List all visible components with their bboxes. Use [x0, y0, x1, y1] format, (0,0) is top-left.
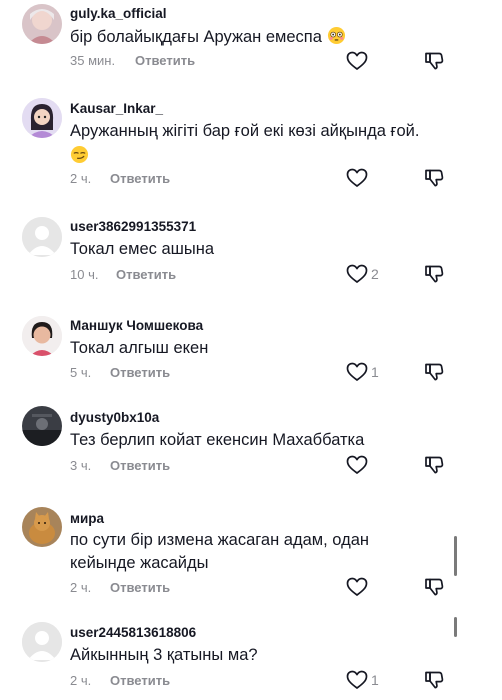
- like-count: 2: [371, 266, 379, 282]
- avatar[interactable]: [22, 217, 62, 257]
- comment-username[interactable]: user3862991355371: [70, 219, 196, 234]
- default-user-icon: [22, 217, 62, 257]
- like-count: 1: [371, 672, 379, 688]
- like-button[interactable]: [346, 362, 368, 382]
- user-photo-icon: [22, 4, 62, 44]
- like-button[interactable]: [346, 577, 368, 597]
- like-count: 1: [371, 364, 379, 380]
- heart-outline-icon: [346, 670, 368, 689]
- comment-username[interactable]: Kausar_Inkar_: [70, 101, 163, 116]
- comment-time: 2 ч.: [70, 673, 92, 688]
- like-button[interactable]: [346, 51, 368, 71]
- reply-button[interactable]: Ответить: [110, 580, 170, 595]
- dislike-button[interactable]: [424, 577, 444, 597]
- avatar[interactable]: [22, 622, 62, 662]
- comment-text: бір болайықдағы Аружан емеспа: [70, 26, 460, 49]
- thumbs-down-outline-icon: [425, 52, 444, 70]
- comment-time: 2 ч.: [70, 580, 92, 595]
- like-button[interactable]: [346, 168, 368, 188]
- reply-button[interactable]: Ответить: [110, 458, 170, 473]
- thumbs-down-outline-icon: [425, 456, 444, 474]
- comment-time: 2 ч.: [70, 171, 92, 186]
- scrollbar-secondary: [454, 617, 457, 637]
- comment-time: 35 мин.: [70, 53, 116, 68]
- user-photo-icon: [22, 406, 62, 446]
- flushed-face-icon: [327, 26, 345, 45]
- avatar[interactable]: [22, 98, 62, 138]
- thumbs-down-outline-icon: [425, 363, 444, 381]
- comment-username[interactable]: dyusty0bx10a: [70, 410, 159, 425]
- heart-outline-icon: [346, 455, 368, 474]
- like-button[interactable]: [346, 264, 368, 284]
- comment-text-content: Аружанның жігіті бар ғой екі көзі айқынд…: [70, 122, 420, 140]
- comment-time: 5 ч.: [70, 365, 92, 380]
- comment-text: Тез берлип койат екенсин Махаббатка: [70, 431, 365, 449]
- heart-outline-icon: [346, 168, 368, 187]
- avatar[interactable]: [22, 507, 62, 547]
- smirking-face-icon: [70, 145, 89, 164]
- thumbs-down-outline-icon: [425, 265, 444, 283]
- reply-button[interactable]: Ответить: [110, 171, 170, 186]
- heart-outline-icon: [346, 51, 368, 70]
- user-photo-icon: [22, 316, 62, 356]
- comment-time: 3 ч.: [70, 458, 92, 473]
- reply-button[interactable]: Ответить: [110, 673, 170, 688]
- cartoon-avatar-icon: [22, 98, 62, 138]
- comment-text: Токал емес ашына: [70, 240, 215, 258]
- reply-button[interactable]: Ответить: [135, 53, 195, 68]
- dislike-button[interactable]: [424, 670, 444, 690]
- comment-username[interactable]: user2445813618806: [70, 625, 196, 640]
- comment-username[interactable]: мира: [70, 511, 104, 526]
- thumbs-down-outline-icon: [425, 169, 444, 187]
- dislike-button[interactable]: [424, 455, 444, 475]
- comment-text: Токал алгыш екен: [70, 339, 209, 357]
- reply-button[interactable]: Ответить: [110, 365, 170, 380]
- dislike-button[interactable]: [424, 51, 444, 71]
- dislike-button[interactable]: [424, 264, 444, 284]
- thumbs-down-outline-icon: [425, 671, 444, 689]
- avatar[interactable]: [22, 406, 62, 446]
- thumbs-down-outline-icon: [425, 578, 444, 596]
- comment-text: по сути бір измена жасаган адам, одан ке…: [70, 531, 369, 572]
- comment-text: Айкынның 3 қатыны ма?: [70, 646, 258, 664]
- heart-outline-icon: [346, 577, 368, 596]
- comment-username[interactable]: Маншук Чомшекова: [70, 318, 203, 333]
- avatar[interactable]: [22, 316, 62, 356]
- avatar[interactable]: [22, 4, 62, 44]
- comment-text: Аружанның жігіті бар ғой екі көзі айқынд…: [70, 120, 460, 168]
- scrollbar[interactable]: [454, 536, 457, 576]
- reply-button[interactable]: Ответить: [116, 267, 176, 282]
- comment-time: 10 ч.: [70, 267, 99, 282]
- default-user-icon: [22, 622, 62, 662]
- like-button[interactable]: [346, 670, 368, 690]
- dislike-button[interactable]: [424, 362, 444, 382]
- comment-text-content: бір болайықдағы Аружан емеспа: [70, 28, 322, 46]
- cat-photo-icon: [22, 507, 62, 547]
- dislike-button[interactable]: [424, 168, 444, 188]
- comment-username[interactable]: guly.ka_official: [70, 6, 167, 21]
- heart-outline-icon: [346, 264, 368, 283]
- like-button[interactable]: [346, 455, 368, 475]
- heart-outline-icon: [346, 362, 368, 381]
